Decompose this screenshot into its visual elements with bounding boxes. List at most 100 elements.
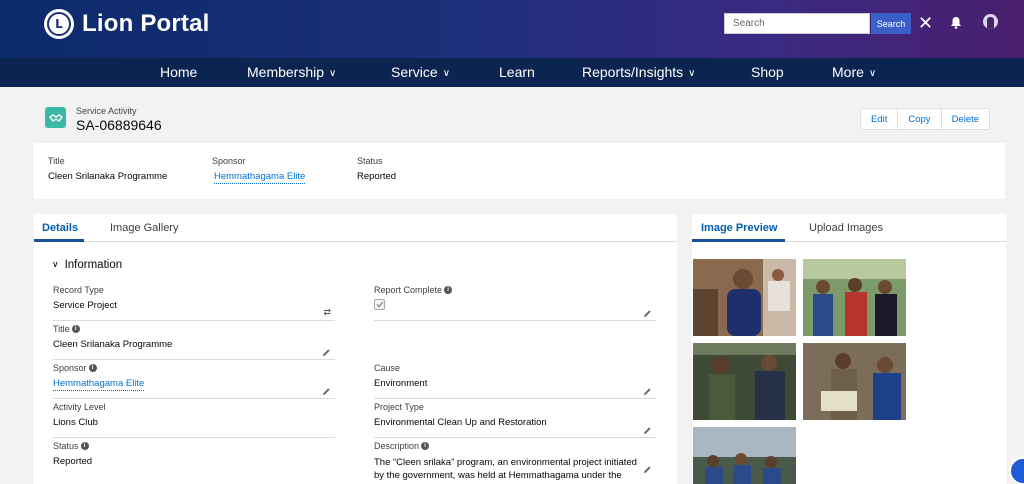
tab-details[interactable]: Details: [42, 222, 78, 234]
highlight-sponsor-label: Sponsor: [212, 156, 246, 166]
logo-text: Lion Portal: [82, 10, 210, 37]
search-input[interactable]: [724, 13, 870, 34]
delete-button[interactable]: Delete: [940, 109, 989, 129]
highlight-status-label: Status: [357, 156, 383, 166]
field-value: Service Project: [53, 300, 117, 311]
information-section-toggle[interactable]: ∨ Information: [52, 259, 122, 271]
field-report-complete: Report Complete i: [374, 285, 656, 321]
copy-button[interactable]: Copy: [897, 109, 940, 129]
nav-item-label: More: [832, 64, 864, 80]
edit-pencil-icon[interactable]: [322, 385, 331, 399]
section-title: Information: [64, 259, 123, 271]
nav-item-label: Membership: [247, 64, 325, 80]
field-value: Environment: [374, 378, 428, 389]
field-value: Reported: [53, 456, 93, 467]
field-value: Lions Club: [53, 417, 98, 428]
highlight-sponsor-link[interactable]: Hemmathagama Elite: [214, 171, 306, 184]
main-nav: Home Membership ∨ Service ∨ Learn Reports/…: [0, 58, 1024, 87]
field-label: Cause: [374, 363, 401, 373]
chevron-down-icon: ∨: [688, 68, 696, 79]
gallery-photo[interactable]: [693, 343, 796, 420]
details-tabs: Details Image Gallery: [34, 214, 677, 242]
search-button[interactable]: Search: [871, 13, 911, 34]
field-status: Status i Reported: [53, 441, 335, 477]
gallery-photo[interactable]: [803, 259, 906, 336]
nav-item-service[interactable]: Service ∨: [391, 64, 450, 80]
field-project-type: Project Type Environmental Clean Up and …: [374, 402, 656, 438]
description-text: The “Cleen srilaka” program, an environm…: [374, 457, 637, 481]
nav-item-reports-insights[interactable]: Reports/Insights ∨: [582, 64, 696, 80]
close-icon[interactable]: ✕: [918, 13, 933, 33]
lions-emblem-letter: L: [47, 12, 71, 36]
info-icon[interactable]: i: [88, 364, 97, 372]
active-tab-indicator: [692, 239, 785, 242]
info-icon[interactable]: i: [71, 325, 80, 333]
details-panel: Details Image Gallery ∨ Information Recor…: [34, 214, 677, 484]
nav-item-shop[interactable]: Shop: [751, 64, 784, 80]
field-label: Report Complete: [374, 285, 443, 295]
nav-item-label: Home: [160, 64, 198, 80]
field-cause: Cause Environment: [374, 363, 656, 399]
nav-item-label: Service: [391, 64, 438, 80]
nav-item-label: Learn: [499, 64, 535, 80]
gallery-photo[interactable]: [803, 343, 906, 420]
nav-item-label: Reports/Insights: [582, 64, 684, 80]
field-label: Project Type: [374, 402, 424, 412]
info-icon[interactable]: i: [444, 286, 453, 294]
field-sponsor: Sponsor i Hemmathagama Elite: [53, 363, 335, 399]
service-activity-handshake-icon: [45, 107, 66, 128]
chevron-down-icon: ∨: [329, 68, 337, 79]
tab-upload-images[interactable]: Upload Images: [809, 222, 883, 234]
field-label: Record Type: [53, 285, 104, 295]
chevron-down-icon: ∨: [868, 68, 877, 79]
edit-pencil-icon[interactable]: [322, 346, 331, 360]
edit-pencil-icon[interactable]: [643, 307, 652, 321]
nav-item-label: Shop: [751, 64, 784, 80]
user-avatar[interactable]: [983, 14, 998, 29]
edit-pencil-icon[interactable]: [643, 385, 652, 399]
image-panel: Image Preview Upload Images: [692, 214, 1006, 484]
nav-item-home[interactable]: Home: [160, 64, 197, 80]
report-complete-checkbox: [374, 299, 385, 310]
field-label: Sponsor: [53, 363, 87, 373]
nav-item-membership[interactable]: Membership ∨: [247, 64, 336, 80]
active-tab-indicator: [34, 239, 84, 242]
field-label: Title: [53, 324, 70, 334]
lion-portal-logo[interactable]: L Lion Portal: [44, 9, 210, 39]
highlights-panel: Title Cleen Srilanaka Programme Sponsor …: [34, 143, 1005, 199]
image-tabs: Image Preview Upload Images: [692, 214, 1006, 242]
record-name: SA-06889646: [76, 117, 162, 133]
sponsor-link[interactable]: Hemmathagama Elite: [53, 378, 145, 391]
field-label: Description: [374, 441, 420, 451]
chevron-down-icon: ∨: [52, 259, 59, 269]
change-record-type-icon[interactable]: ⇄: [323, 307, 331, 318]
field-title: Title i Cleen Srilanaka Programme: [53, 324, 335, 360]
gallery-photo[interactable]: [693, 259, 796, 336]
highlight-title-label: Title: [48, 156, 65, 166]
nav-item-more[interactable]: More ∨: [832, 64, 876, 80]
chevron-down-icon: ∨: [442, 68, 451, 79]
field-value: Cleen Srilanaka Programme: [53, 339, 173, 350]
highlight-title-value: Cleen Srilanaka Programme: [48, 171, 168, 182]
edit-button[interactable]: Edit: [861, 109, 897, 129]
notification-bell-icon[interactable]: [950, 16, 962, 32]
field-description: Description i The “Cleen srilaka” program…: [374, 441, 656, 484]
edit-pencil-icon[interactable]: [643, 424, 652, 438]
edit-pencil-icon[interactable]: [643, 463, 652, 477]
tab-image-preview[interactable]: Image Preview: [701, 222, 777, 234]
lions-emblem-icon: L: [44, 9, 74, 39]
field-label: Status: [53, 441, 79, 451]
field-value: Environmental Clean Up and Restoration: [374, 417, 547, 428]
accessibility-icon[interactable]: [1009, 457, 1024, 484]
tab-image-gallery[interactable]: Image Gallery: [110, 222, 178, 234]
record-actions: Edit Copy Delete: [860, 108, 991, 130]
highlight-status-value: Reported: [357, 171, 397, 182]
field-label: Activity Level: [53, 402, 106, 412]
top-header: L Lion Portal Search ✕: [0, 0, 1024, 58]
field-activity-level: Activity Level Lions Club: [53, 402, 335, 438]
info-icon[interactable]: i: [80, 442, 89, 450]
info-icon[interactable]: i: [421, 442, 430, 450]
nav-item-learn[interactable]: Learn: [499, 64, 535, 80]
field-record-type: Record Type Service Project ⇄: [53, 285, 335, 321]
gallery-photo[interactable]: [693, 427, 796, 484]
